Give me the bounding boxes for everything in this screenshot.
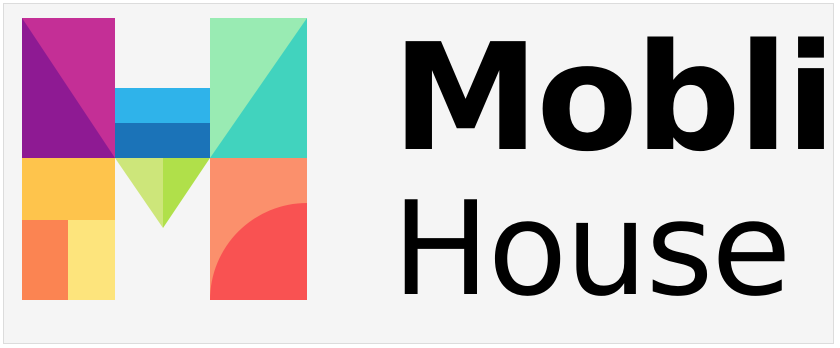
brand-name-line2: House <box>392 173 791 325</box>
logo-tile-orange <box>22 220 68 300</box>
logo-tile-sky-blue <box>115 88 210 123</box>
logo-frame: Mobli House <box>3 3 836 344</box>
mobli-house-logo-icon <box>22 18 307 303</box>
brand-name-line1: Mobli <box>392 12 836 184</box>
logo-tile-blue <box>115 123 210 158</box>
logo-tile-pale-yellow <box>68 220 115 300</box>
logo-tile-green <box>163 158 210 228</box>
logo-tile-yellow-orange <box>22 158 115 220</box>
logo-tile-light-green <box>115 158 163 228</box>
brand-wordmark: Mobli House <box>392 12 836 325</box>
